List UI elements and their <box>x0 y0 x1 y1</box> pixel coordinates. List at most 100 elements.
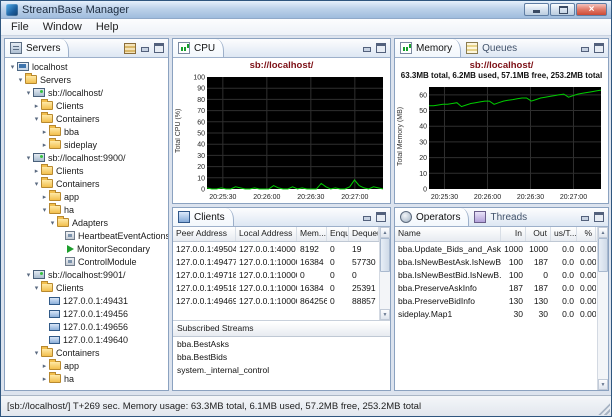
column-header[interactable]: Out <box>526 227 551 241</box>
server-stack-icon[interactable] <box>124 43 136 54</box>
tree-item[interactable]: 127.0.0.1:49656 <box>5 320 168 333</box>
column-header[interactable]: Enqu... <box>327 227 349 241</box>
tree-expander-icon[interactable]: ▾ <box>32 349 41 357</box>
tree-item[interactable]: ▸bba <box>5 125 168 138</box>
tree-expander-icon[interactable]: ▸ <box>40 375 49 383</box>
tree-item[interactable]: ControlModule <box>5 255 168 268</box>
tree-item[interactable]: ▾Adapters <box>5 216 168 229</box>
column-header[interactable]: us/T... <box>551 227 577 241</box>
tree-item[interactable]: ▸Clients <box>5 99 168 112</box>
table-row[interactable]: 127.0.0.1:49504127.0.0.1:40008192019 <box>173 242 379 255</box>
vertical-scrollbar[interactable]: ▲ ▼ <box>597 227 608 390</box>
menu-file[interactable]: File <box>4 20 36 34</box>
tree-expander-icon[interactable]: ▾ <box>16 76 25 84</box>
tree-expander-icon[interactable]: ▾ <box>32 284 41 292</box>
column-header[interactable]: Mem... <box>297 227 327 241</box>
tab-memory[interactable]: Memory <box>395 39 461 57</box>
tree-item[interactable]: ▸app <box>5 359 168 372</box>
maximize-view-icon[interactable] <box>594 212 604 222</box>
tree-expander-icon[interactable]: ▾ <box>24 154 33 162</box>
tree-item[interactable]: ▸ha <box>5 372 168 385</box>
title-bar[interactable]: StreamBase Manager × <box>1 1 611 19</box>
tab-servers[interactable]: Servers <box>5 39 69 57</box>
tree-expander-icon[interactable]: ▾ <box>24 271 33 279</box>
table-row[interactable]: 127.0.0.1:49469127.0.0.1:100008642560888… <box>173 294 379 307</box>
tree-item[interactable]: ▾Servers <box>5 73 168 86</box>
tree-expander-icon[interactable]: ▸ <box>40 193 49 201</box>
tree-item[interactable]: ▾sb://localhost/ <box>5 86 168 99</box>
column-header[interactable]: Peer Address <box>173 227 236 241</box>
table-row[interactable]: sideplay.Map130300.00.00 <box>395 307 597 320</box>
tree-item[interactable]: 127.0.0.1:49456 <box>5 307 168 320</box>
minimize-view-icon[interactable] <box>362 212 372 222</box>
column-header[interactable]: Dequeued <box>349 227 379 241</box>
tab-operators[interactable]: Operators <box>395 208 469 226</box>
tab-clients[interactable]: Clients <box>173 208 234 226</box>
tree-item[interactable]: ▾Containers <box>5 112 168 125</box>
tree-expander-icon[interactable]: ▸ <box>40 362 49 370</box>
scroll-down-icon[interactable]: ▼ <box>380 309 390 320</box>
column-header[interactable]: Local Address <box>236 227 297 241</box>
minimize-button[interactable] <box>524 3 549 16</box>
tree-item[interactable]: ▾sb://localhost:9900/ <box>5 151 168 164</box>
tree-item[interactable]: ▾sb://localhost:9901/ <box>5 268 168 281</box>
maximize-view-icon[interactable] <box>376 212 386 222</box>
scroll-up-icon[interactable]: ▲ <box>380 227 390 238</box>
tree-item[interactable]: MonitorSecondary <box>5 242 168 255</box>
close-button[interactable]: × <box>576 3 607 16</box>
table-row[interactable]: 127.0.0.1:49477127.0.0.1:100001638405773… <box>173 255 379 268</box>
tree-expander-icon[interactable]: ▾ <box>40 206 49 214</box>
tree-expander-icon[interactable]: ▸ <box>40 128 49 136</box>
maximize-view-icon[interactable] <box>154 43 164 53</box>
tree-expander-icon[interactable]: ▸ <box>32 167 41 175</box>
maximize-button[interactable] <box>550 3 575 16</box>
table-row[interactable]: bba.PreserveBidInfo1301300.00.00 <box>395 294 597 307</box>
vertical-scrollbar[interactable]: ▲ ▼ <box>379 227 390 320</box>
tree-item[interactable]: ▾ha <box>5 203 168 216</box>
minimize-view-icon[interactable] <box>140 43 150 53</box>
scroll-thumb[interactable] <box>380 238 390 272</box>
menu-window[interactable]: Window <box>36 20 89 34</box>
tree-item[interactable]: 127.0.0.1:49640 <box>5 333 168 346</box>
list-item[interactable]: system._internal_control <box>173 363 390 376</box>
tree-expander-icon[interactable]: ▾ <box>32 180 41 188</box>
maximize-view-icon[interactable] <box>376 43 386 53</box>
table-row[interactable]: bba.IsNewBestAsk.IsNewB...1001870.00.00 <box>395 255 597 268</box>
scroll-up-icon[interactable]: ▲ <box>598 227 608 238</box>
table-row[interactable]: 127.0.0.1:49718127.0.0.1:10000000 <box>173 268 379 281</box>
tab-cpu[interactable]: CPU <box>173 39 224 57</box>
table-row[interactable]: 127.0.0.1:49518127.0.0.1:100001638402539… <box>173 281 379 294</box>
minimize-view-icon[interactable] <box>362 43 372 53</box>
tree-expander-icon[interactable]: ▾ <box>8 63 17 71</box>
list-item[interactable]: bba.BestBids <box>173 350 390 363</box>
column-header[interactable]: % <box>577 227 596 241</box>
tree-expander-icon[interactable]: ▸ <box>40 141 49 149</box>
tree-expander-icon[interactable]: ▾ <box>24 89 33 97</box>
tree-item[interactable]: ▾Clients <box>5 281 168 294</box>
table-row[interactable]: bba.Update_Bids_and_Asks100010000.00.00 <box>395 242 597 255</box>
tree-expander-icon[interactable]: ▾ <box>32 115 41 123</box>
table-row[interactable]: bba.PreserveAskInfo1871870.00.00 <box>395 281 597 294</box>
tree-item[interactable]: ▾Containers <box>5 177 168 190</box>
scroll-down-icon[interactable]: ▼ <box>598 379 608 390</box>
tab-threads[interactable]: Threads <box>469 208 535 226</box>
tree-expander-icon[interactable]: ▾ <box>48 219 57 227</box>
tree-item[interactable]: ▸app <box>5 190 168 203</box>
tree-expander-icon[interactable]: ▸ <box>32 102 41 110</box>
tree-item[interactable]: 127.0.0.1:49431 <box>5 294 168 307</box>
tree-item[interactable]: HeartbeatEventActions <box>5 229 168 242</box>
tab-queues[interactable]: Queues <box>461 39 525 57</box>
table-row[interactable]: bba.IsNewBestBid.IsNewB...10000.00.00 <box>395 268 597 281</box>
column-header[interactable]: In <box>501 227 526 241</box>
tree-item[interactable]: ▾localhost <box>5 60 168 73</box>
minimize-view-icon[interactable] <box>580 43 590 53</box>
menu-help[interactable]: Help <box>89 20 126 34</box>
tree-item[interactable]: ▸sideplay <box>5 138 168 151</box>
column-header[interactable]: Name <box>395 227 501 241</box>
maximize-view-icon[interactable] <box>594 43 604 53</box>
tree-item[interactable]: ▸Clients <box>5 164 168 177</box>
tree-item[interactable]: ▾Containers <box>5 346 168 359</box>
scroll-thumb[interactable] <box>598 238 608 272</box>
minimize-view-icon[interactable] <box>580 212 590 222</box>
resize-grip[interactable] <box>597 402 610 415</box>
